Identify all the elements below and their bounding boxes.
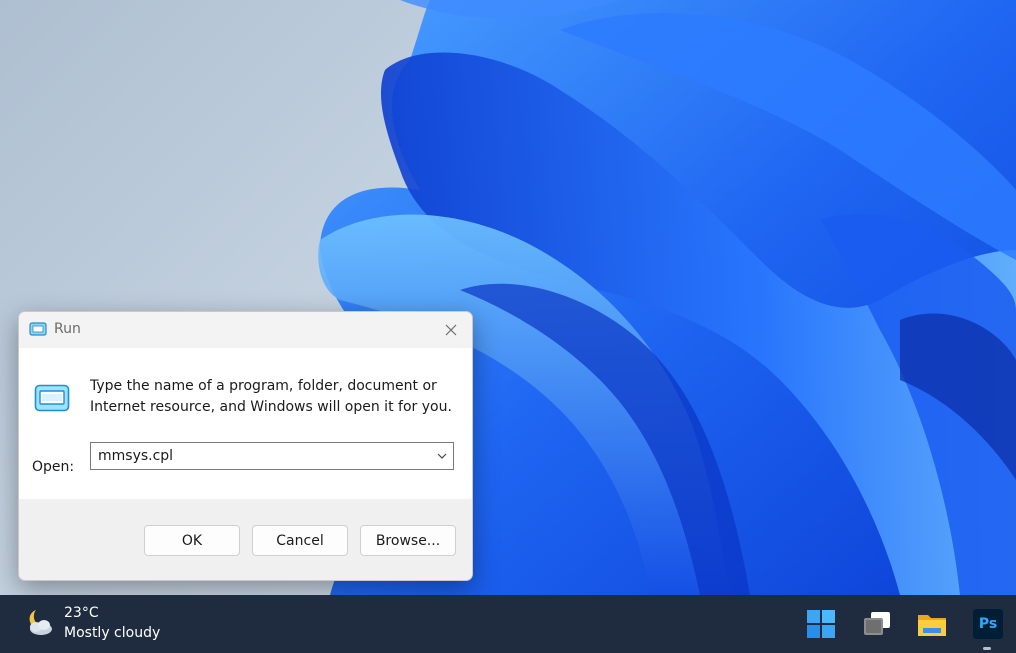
file-explorer-button[interactable] [915, 607, 949, 641]
file-explorer-icon [918, 615, 946, 636]
run-program-icon [34, 384, 70, 412]
weather-cloudy-moon-icon[interactable] [22, 606, 56, 638]
windows-start-icon [807, 610, 835, 638]
cancel-button[interactable]: Cancel [252, 525, 348, 556]
dialog-content: Type the name of a program, folder, docu… [19, 348, 472, 499]
taskbar: 23°C Mostly cloudy Ps [0, 595, 1016, 653]
run-dialog: Run Type the name of a program, folder, … [18, 311, 473, 581]
photoshop-icon: Ps [973, 609, 1003, 639]
run-app-icon [29, 322, 47, 336]
weather-description[interactable]: Mostly cloudy [64, 625, 160, 641]
ok-button[interactable]: OK [144, 525, 240, 556]
dialog-description: Type the name of a program, folder, docu… [90, 376, 460, 418]
description-line-2: Internet resource, and Windows will open… [90, 399, 452, 415]
start-button[interactable] [804, 607, 838, 641]
chevron-down-icon[interactable] [435, 449, 449, 463]
task-view-button[interactable] [860, 607, 894, 641]
description-line-1: Type the name of a program, folder, docu… [90, 378, 437, 394]
close-icon [445, 324, 457, 336]
title-bar[interactable]: Run [19, 312, 472, 348]
running-indicator [983, 647, 991, 650]
browse-button[interactable]: Browse... [360, 525, 456, 556]
open-combobox[interactable] [90, 442, 454, 470]
open-input[interactable] [91, 443, 428, 469]
weather-temperature[interactable]: 23°C [64, 605, 99, 621]
close-button[interactable] [440, 319, 462, 341]
dialog-title: Run [54, 321, 81, 337]
task-view-icon [864, 612, 890, 635]
photoshop-button[interactable]: Ps [971, 607, 1005, 641]
open-label: Open: [32, 459, 75, 475]
